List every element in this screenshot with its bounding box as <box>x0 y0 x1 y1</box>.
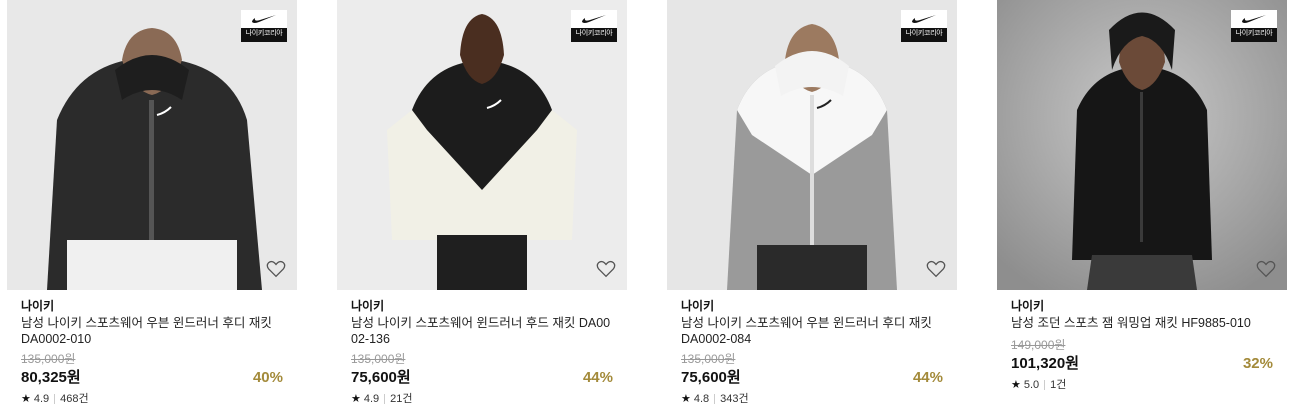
divider <box>54 394 56 404</box>
original-price: 135,000원 <box>351 352 406 366</box>
rating-row: ★ 5.0 1건 <box>1011 378 1273 392</box>
discount-rate: 40% <box>252 369 283 386</box>
sale-price: 80,325원 <box>21 369 81 386</box>
original-price: 135,000원 <box>21 352 76 366</box>
product-card[interactable]: 나이키코리아 나이키 남성 나이키 스포츠웨어 윈드러너 후드 재킷 DA000… <box>337 0 627 417</box>
product-photo <box>667 0 957 290</box>
product-name[interactable]: 남성 나이키 스포츠웨어 우븐 윈드러너 후디 재킷 DA0002-084 <box>681 315 943 347</box>
brand-name: 나이키 <box>1011 299 1045 313</box>
heart-outline-icon[interactable] <box>595 258 617 280</box>
divider <box>714 394 716 404</box>
nike-swoosh-icon <box>241 10 287 28</box>
product-image[interactable]: 나이키코리아 <box>7 0 297 290</box>
product-grid: 나이키코리아 나이키 남성 나이키 스포츠웨어 우븐 윈드러너 후디 재킷 DA… <box>0 0 1295 417</box>
product-card[interactable]: 나이키코리아 나이키 남성 나이키 스포츠웨어 우븐 윈드러너 후디 재킷 DA… <box>667 0 957 417</box>
original-price: 135,000원 <box>681 352 736 366</box>
review-count: 1건 <box>1050 379 1067 391</box>
badge-label: 나이키코리아 <box>905 30 943 37</box>
badge-label: 나이키코리아 <box>575 30 613 37</box>
brand-badge: 나이키코리아 <box>901 10 947 42</box>
star-icon: ★ <box>351 393 361 405</box>
discount-rate: 32% <box>1242 355 1273 372</box>
nike-swoosh-icon <box>901 10 947 28</box>
brand-badge: 나이키코리아 <box>571 10 617 42</box>
original-price: 149,000원 <box>1011 338 1066 352</box>
star-icon: ★ <box>1011 379 1021 391</box>
star-icon: ★ <box>681 393 691 405</box>
sale-price: 75,600원 <box>351 369 411 386</box>
badge-label: 나이키코리아 <box>245 30 283 37</box>
product-photo <box>7 0 297 290</box>
brand-name: 나이키 <box>21 299 55 313</box>
nike-swoosh-icon <box>571 10 617 28</box>
sale-price: 75,600원 <box>681 369 741 386</box>
divider <box>384 394 386 404</box>
product-photo <box>337 0 627 290</box>
discount-rate: 44% <box>912 369 943 386</box>
brand-badge: 나이키코리아 <box>1231 10 1277 42</box>
rating-value: 4.8 <box>693 393 710 405</box>
product-name[interactable]: 남성 조던 스포츠 잼 워밍업 재킷 HF9885-010 <box>1011 315 1273 333</box>
product-card[interactable]: 나이키코리아 나이키 남성 나이키 스포츠웨어 우븐 윈드러너 후디 재킷 DA… <box>7 0 297 417</box>
discount-rate: 44% <box>582 369 613 386</box>
brand-badge: 나이키코리아 <box>241 10 287 42</box>
nike-swoosh-icon <box>1231 10 1277 28</box>
product-photo <box>997 0 1287 290</box>
heart-outline-icon[interactable] <box>265 258 287 280</box>
star-icon: ★ <box>21 393 31 405</box>
badge-label: 나이키코리아 <box>1235 30 1273 37</box>
rating-value: 4.9 <box>363 393 380 405</box>
rating-row: ★ 4.9 21건 <box>351 392 613 406</box>
sale-price: 101,320원 <box>1011 355 1080 372</box>
divider <box>1044 380 1046 390</box>
product-name[interactable]: 남성 나이키 스포츠웨어 우븐 윈드러너 후디 재킷 DA0002-010 <box>21 315 283 347</box>
heart-outline-icon[interactable] <box>1255 258 1277 280</box>
product-card[interactable]: 나이키코리아 나이키 남성 조던 스포츠 잼 워밍업 재킷 HF9885-010… <box>997 0 1287 417</box>
review-count: 468건 <box>60 393 89 405</box>
heart-outline-icon[interactable] <box>925 258 947 280</box>
product-image[interactable]: 나이키코리아 <box>667 0 957 290</box>
review-count: 343건 <box>720 393 749 405</box>
rating-value: 4.9 <box>33 393 50 405</box>
product-image[interactable]: 나이키코리아 <box>337 0 627 290</box>
brand-name: 나이키 <box>681 299 715 313</box>
rating-row: ★ 4.9 468건 <box>21 392 283 406</box>
product-name[interactable]: 남성 나이키 스포츠웨어 윈드러너 후드 재킷 DA0002-136 <box>351 315 613 347</box>
rating-value: 5.0 <box>1023 379 1040 391</box>
product-image[interactable]: 나이키코리아 <box>997 0 1287 290</box>
review-count: 21건 <box>390 393 413 405</box>
brand-name: 나이키 <box>351 299 385 313</box>
rating-row: ★ 4.8 343건 <box>681 392 943 406</box>
